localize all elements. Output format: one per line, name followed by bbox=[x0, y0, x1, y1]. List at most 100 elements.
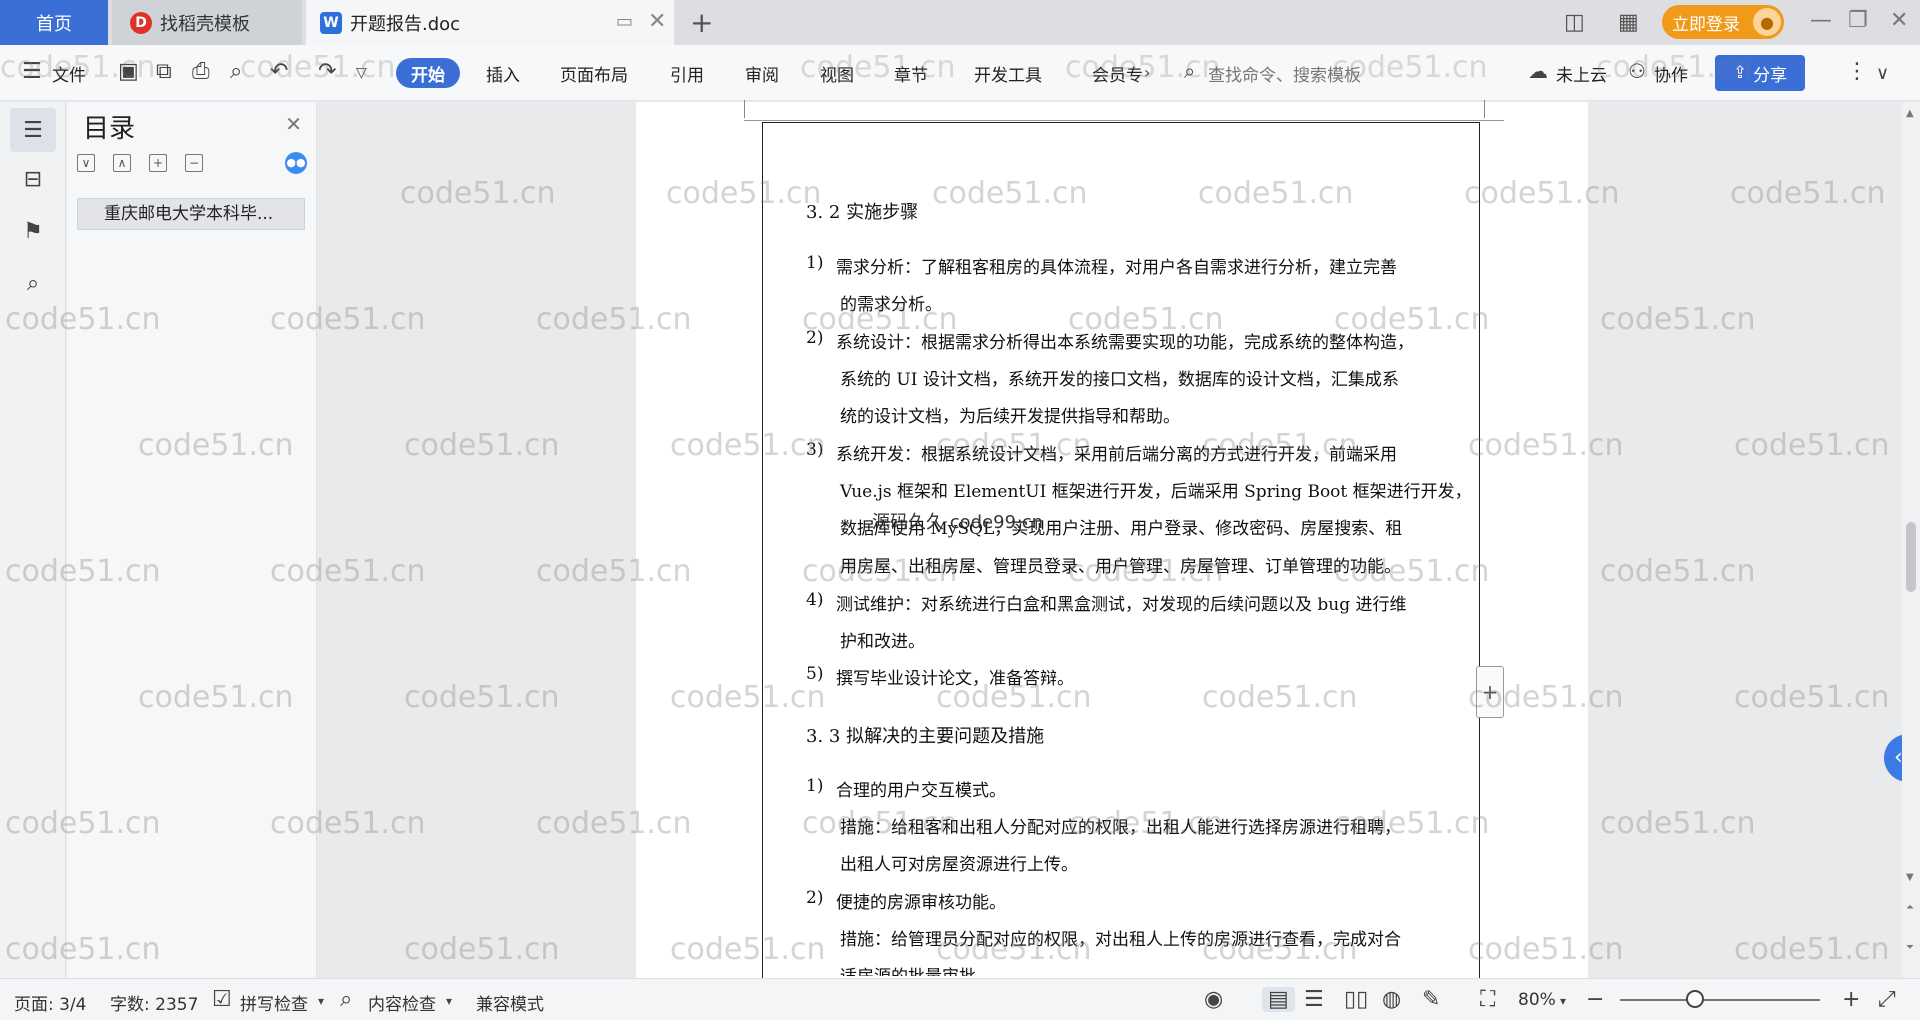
menu-view[interactable]: 视图 bbox=[820, 61, 854, 86]
write-mode-icon[interactable]: ✎ bbox=[1422, 987, 1440, 1012]
list-line: 便捷的房源审核功能。 bbox=[836, 893, 1006, 913]
outline-view-icon[interactable]: ☰ bbox=[1304, 987, 1324, 1012]
spell-check-icon: ☑ bbox=[212, 987, 232, 1012]
left-tool-rail: ☰ ⊟ ⚑ ⌕ bbox=[0, 102, 66, 978]
tab-templates[interactable]: D 找稻壳模板 bbox=[112, 0, 302, 45]
page-boundary bbox=[744, 120, 1504, 121]
list-line: 用房屋、出租房屋、管理员登录、用户管理、房屋管理、订单管理的功能。 bbox=[840, 557, 1401, 577]
page-down-icon[interactable]: ⏷ bbox=[1906, 942, 1914, 953]
scrollbar-thumb[interactable] bbox=[1906, 522, 1916, 592]
ai-assist-icon[interactable]: ●● bbox=[285, 152, 307, 174]
list-line: 措施：给租客和出租人分配对应的权限，出租人能进行选择房源进行租聘， bbox=[840, 818, 1401, 838]
zoom-level[interactable]: 80% bbox=[1518, 990, 1556, 1010]
share-button[interactable]: ⇪ 分享 bbox=[1715, 55, 1805, 91]
insert-plus-button[interactable]: + bbox=[1476, 666, 1504, 718]
chevron-right-icon[interactable]: › bbox=[1144, 63, 1150, 82]
remove-heading-icon[interactable]: − bbox=[185, 154, 203, 172]
spell-check-button[interactable]: 拼写检查 bbox=[240, 990, 308, 1015]
collaborate-button[interactable]: 协作 bbox=[1654, 61, 1688, 86]
crop-mark bbox=[744, 100, 745, 118]
save-icon[interactable]: ▣ bbox=[118, 59, 139, 84]
dropdown-icon[interactable]: ▾ bbox=[318, 994, 324, 1008]
menu-sections[interactable]: 章节 bbox=[894, 61, 928, 86]
close-panel-icon[interactable]: ✕ bbox=[285, 112, 302, 136]
reading-mode-icon[interactable]: ▯▯ bbox=[1344, 987, 1368, 1012]
redo-icon[interactable]: ↷ bbox=[318, 59, 336, 84]
toc-title: 目录 bbox=[83, 114, 136, 144]
fullscreen-icon[interactable]: ⤢ bbox=[1878, 987, 1896, 1012]
content-check-icon: ⌕ bbox=[340, 987, 353, 1012]
restore-icon[interactable]: ❐ bbox=[1848, 8, 1868, 33]
tab-templates-label: 找稻壳模板 bbox=[160, 13, 250, 35]
list-line: 出租人可对房屋资源进行上传。 bbox=[840, 855, 1078, 875]
web-view-icon[interactable]: ◍ bbox=[1382, 987, 1401, 1012]
tab-document-label: 开题报告.doc bbox=[350, 13, 461, 35]
scroll-down-icon[interactable]: ▼ bbox=[1906, 872, 1914, 883]
command-search-input[interactable]: 查找命令、搜索模板 bbox=[1208, 61, 1361, 86]
quick-access-dropdown-icon[interactable]: ▽ bbox=[356, 65, 367, 81]
zoom-out-icon[interactable]: − bbox=[1586, 987, 1604, 1012]
chapter-nav-icon[interactable]: ⊟ bbox=[18, 164, 48, 194]
scroll-up-icon[interactable]: ▲ bbox=[1906, 108, 1914, 119]
page-indicator[interactable]: 页面: 3/4 bbox=[14, 990, 87, 1015]
menu-start[interactable]: 开始 bbox=[396, 58, 460, 88]
section-heading: 3. 3 拟解决的主要问题及措施 bbox=[806, 726, 1045, 747]
toc-item[interactable]: 重庆邮电大学本科毕... bbox=[77, 198, 305, 230]
menu-insert[interactable]: 插入 bbox=[486, 61, 520, 86]
expand-up-icon[interactable]: ∧ bbox=[113, 154, 131, 172]
find-icon[interactable]: ⌕ bbox=[18, 268, 48, 298]
zoom-in-icon[interactable]: + bbox=[1842, 987, 1860, 1012]
close-tab-icon[interactable]: ✕ bbox=[648, 9, 666, 34]
cloud-icon: ☁ bbox=[1528, 59, 1548, 83]
section-heading: 3. 2 实施步骤 bbox=[806, 202, 919, 223]
hamburger-icon[interactable]: ☰ bbox=[22, 59, 42, 84]
list-line: 系统的 UI 设计文档，系统开发的接口文档，数据库的设计文档，汇集成系 bbox=[840, 370, 1399, 390]
content-check-button[interactable]: 内容检查 bbox=[368, 990, 436, 1015]
dropdown-icon[interactable]: ▾ bbox=[1560, 994, 1566, 1008]
menu-references[interactable]: 引用 bbox=[670, 61, 704, 86]
tab-home[interactable]: 首页 bbox=[0, 0, 108, 45]
menu-member[interactable]: 会员专 bbox=[1092, 61, 1143, 86]
menu-page-layout[interactable]: 页面布局 bbox=[560, 61, 628, 86]
layout-icon[interactable]: ◫ bbox=[1564, 10, 1585, 35]
bookmark-icon[interactable]: ⚑ bbox=[18, 216, 48, 246]
word-count[interactable]: 字数: 2357 bbox=[110, 990, 198, 1015]
login-button[interactable]: 立即登录 ● bbox=[1662, 5, 1784, 39]
eye-protection-icon[interactable]: ◉ bbox=[1204, 987, 1223, 1012]
menu-review[interactable]: 审阅 bbox=[745, 61, 779, 86]
cloud-status[interactable]: 未上云 bbox=[1556, 61, 1607, 86]
grid-apps-icon[interactable]: ▦ bbox=[1618, 10, 1639, 35]
zoom-slider-handle[interactable] bbox=[1686, 990, 1704, 1008]
export-icon[interactable]: ⧉ bbox=[156, 59, 172, 84]
list-number: 1) bbox=[806, 776, 824, 796]
toc-panel: 目录 ✕ ∨ ∧ + − ●● 重庆邮电大学本科毕... bbox=[67, 102, 317, 978]
monitor-icon[interactable]: ▭ bbox=[616, 11, 633, 32]
fit-page-icon[interactable]: ⛶ bbox=[1480, 987, 1495, 1012]
zoom-slider[interactable] bbox=[1620, 999, 1820, 1001]
page-up-icon[interactable]: ⏶ bbox=[1906, 902, 1914, 913]
collapse-ribbon-icon[interactable]: ∨ bbox=[1876, 63, 1889, 84]
page-view-icon[interactable]: ▤ bbox=[1262, 987, 1295, 1012]
tab-document[interactable]: W 开题报告.doc ▭ ✕ bbox=[306, 0, 674, 45]
close-window-icon[interactable]: ✕ bbox=[1890, 8, 1908, 33]
share-button-label: 分享 bbox=[1753, 65, 1788, 86]
menu-developer[interactable]: 开发工具 bbox=[974, 61, 1042, 86]
list-line: 适房源的批量审批。 bbox=[840, 962, 993, 976]
collapse-all-icon[interactable]: ∨ bbox=[77, 154, 95, 172]
print-icon[interactable]: ⎙ bbox=[192, 59, 210, 84]
new-tab-button[interactable]: + bbox=[690, 6, 713, 39]
print-preview-icon[interactable]: ⌕ bbox=[230, 59, 242, 84]
add-heading-icon[interactable]: + bbox=[149, 154, 167, 172]
outline-icon[interactable]: ☰ bbox=[10, 108, 56, 152]
collaborate-icon: ⚇ bbox=[1628, 59, 1646, 83]
file-menu[interactable]: 文件 bbox=[52, 61, 86, 86]
minimize-icon[interactable]: — bbox=[1810, 8, 1832, 33]
vertical-scrollbar[interactable]: ▲ ▼ ⏶ ⏷ bbox=[1902, 102, 1920, 978]
dropdown-icon[interactable]: ▾ bbox=[446, 994, 452, 1008]
undo-icon[interactable]: ↶ bbox=[270, 59, 288, 84]
docer-logo-icon: D bbox=[130, 11, 152, 34]
more-options-icon[interactable]: ⋮ bbox=[1846, 59, 1868, 84]
list-number: 3) bbox=[806, 440, 824, 460]
list-line: 护和改进。 bbox=[840, 632, 925, 652]
search-icon[interactable]: ⌕ bbox=[1184, 59, 1195, 83]
